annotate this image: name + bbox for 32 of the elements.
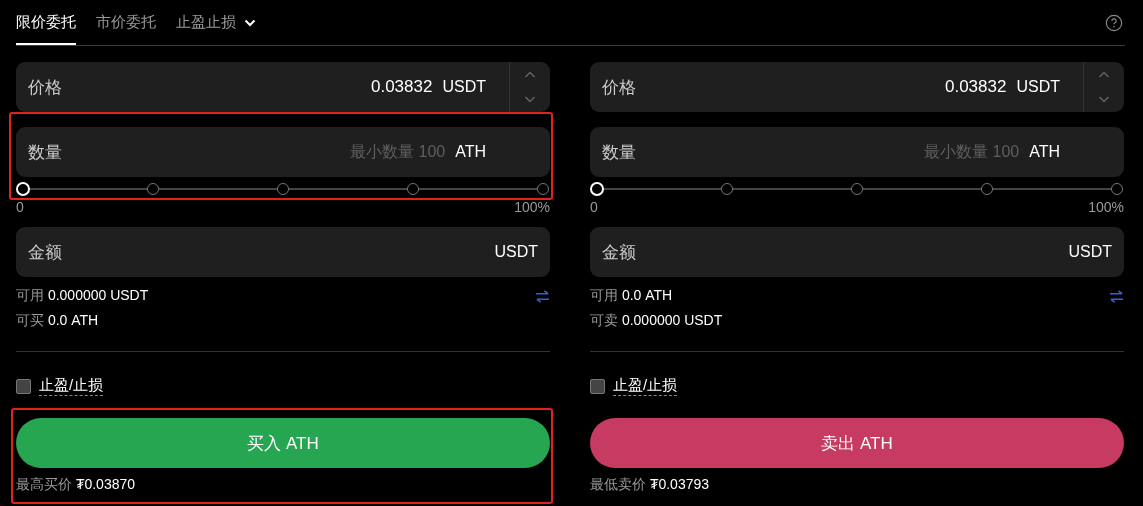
slider-max-label: 100%: [514, 199, 550, 215]
take-profit-stop-loss-label[interactable]: 止盈/止损: [613, 376, 678, 396]
best-price-text: 最高买价 ₮0.03870: [16, 476, 137, 494]
amount-field[interactable]: 金额 USDT: [590, 227, 1124, 277]
quantity-field[interactable]: 数量 最小数量 100 ATH: [16, 127, 550, 177]
swap-icon[interactable]: [1109, 289, 1124, 303]
quantity-input[interactable]: 最小数量 100: [285, 143, 446, 161]
slider-max-label: 100%: [1088, 199, 1124, 215]
balance-text: 可用 0.000000 USDT: [16, 287, 149, 305]
take-profit-stop-loss-label[interactable]: 止盈/止损: [39, 376, 104, 396]
help-icon[interactable]: [1105, 13, 1123, 32]
balance-text: 可卖 0.000000 USDT: [590, 312, 723, 330]
price-field[interactable]: 价格 0.03832 USDT: [590, 62, 1124, 112]
slider-min-label: 0: [16, 199, 24, 215]
amount-slider[interactable]: [16, 182, 550, 196]
quantity-field[interactable]: 数量 最小数量 100 ATH: [590, 127, 1124, 177]
quantity-input[interactable]: 最小数量 100: [859, 143, 1020, 161]
order-button[interactable]: 卖出 ATH: [590, 418, 1124, 468]
checkbox[interactable]: [590, 378, 605, 394]
amount-slider[interactable]: [590, 182, 1124, 196]
slider-min-label: 0: [590, 199, 598, 215]
best-price-text: 最低卖价 ₮0.03793: [590, 476, 711, 494]
chevron-down-icon: [244, 18, 256, 27]
balance-text: 可用 0.0 ATH: [590, 287, 673, 305]
swap-icon[interactable]: [535, 289, 550, 303]
amount-field[interactable]: 金额 USDT: [16, 227, 550, 277]
order-type-tab[interactable]: 止盈止损: [176, 0, 256, 45]
balance-text: 可买 0.0 ATH: [16, 312, 99, 330]
order-type-tab[interactable]: 限价委托: [16, 0, 76, 45]
checkbox[interactable]: [16, 378, 31, 394]
price-field[interactable]: 价格 0.03832 USDT: [16, 62, 550, 112]
order-type-tab[interactable]: 市价委托: [96, 0, 156, 45]
